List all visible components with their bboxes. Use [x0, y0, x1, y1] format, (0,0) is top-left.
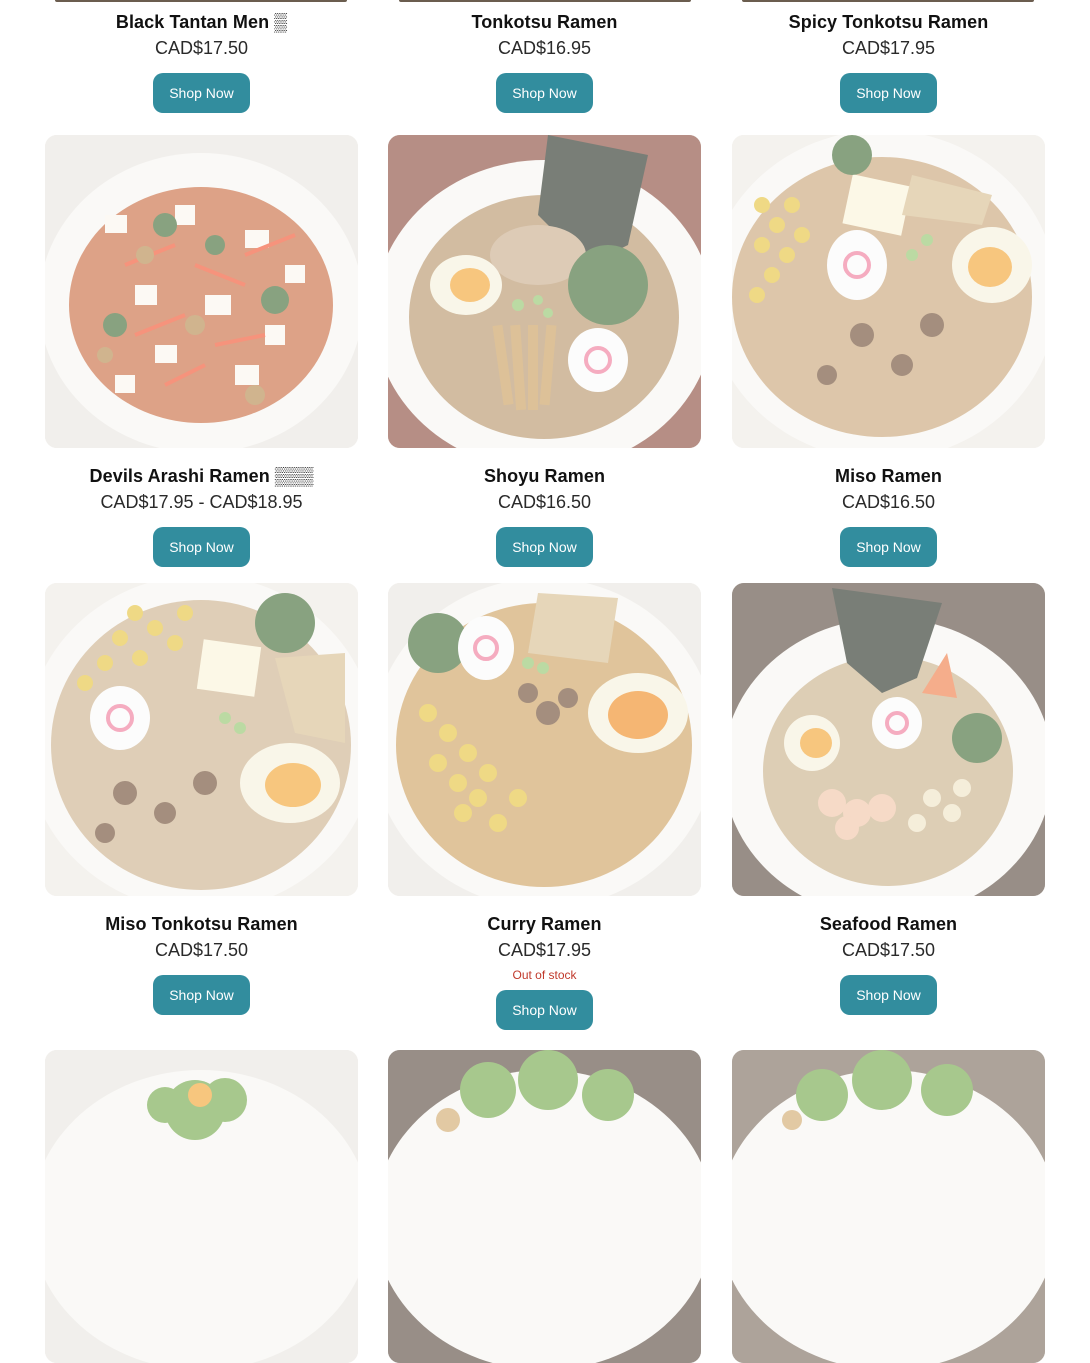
out-of-stock-label: Out of stock [512, 968, 577, 982]
product-image[interactable] [732, 583, 1045, 896]
product-card: Shoyu Ramen CAD$16.50 Shop Now [388, 135, 701, 567]
shop-now-button[interactable]: Shop Now [496, 527, 593, 567]
product-name[interactable]: Spicy Tonkotsu Ramen [732, 11, 1045, 33]
product-price: CAD$17.95 - CAD$18.95 [100, 492, 303, 512]
shop-now-button[interactable]: Shop Now [153, 73, 250, 113]
product-price: CAD$16.50 [841, 492, 936, 512]
product-card: Tonkotsu Ramen CAD$16.95 Shop Now [388, 0, 701, 113]
product-image[interactable] [388, 135, 701, 448]
shop-now-button[interactable]: Shop Now [840, 527, 937, 567]
product-price: CAD$16.50 [497, 492, 592, 512]
product-card [732, 1050, 1045, 1363]
product-card: Devils Arashi Ramen ▒▒▒ CAD$17.95 - CAD$… [45, 135, 358, 567]
shop-now-button[interactable]: Shop Now [496, 73, 593, 113]
shop-now-button[interactable]: Shop Now [840, 975, 937, 1015]
product-name[interactable]: Black Tantan Men ▒ [45, 11, 358, 33]
product-card: Curry Ramen CAD$17.95 Out of stock Shop … [388, 583, 701, 1030]
product-image[interactable] [45, 583, 358, 896]
product-image[interactable] [732, 1050, 1045, 1363]
product-image[interactable] [45, 135, 358, 448]
product-card [388, 1050, 701, 1363]
product-price: CAD$17.50 [154, 38, 249, 58]
product-name[interactable]: Miso Ramen [732, 465, 1045, 487]
product-price: CAD$17.95 [841, 38, 936, 58]
product-card: Miso Tonkotsu Ramen CAD$17.50 Shop Now [45, 583, 358, 1015]
product-name[interactable]: Shoyu Ramen [388, 465, 701, 487]
shop-now-button[interactable]: Shop Now [153, 527, 250, 567]
product-card: Miso Ramen CAD$16.50 Shop Now [732, 135, 1045, 567]
product-price: CAD$17.50 [841, 940, 936, 960]
product-name[interactable]: Curry Ramen [388, 913, 701, 935]
shop-now-button[interactable]: Shop Now [840, 73, 937, 113]
product-price: CAD$17.95 [497, 940, 592, 960]
product-card: Seafood Ramen CAD$17.50 Shop Now [732, 583, 1045, 1015]
product-name[interactable]: Seafood Ramen [732, 913, 1045, 935]
product-price: CAD$17.50 [154, 940, 249, 960]
product-name[interactable]: Devils Arashi Ramen ▒▒▒ [45, 465, 358, 487]
product-price: CAD$16.95 [497, 38, 592, 58]
product-image[interactable] [45, 1050, 358, 1363]
product-image[interactable] [732, 135, 1045, 448]
product-image[interactable] [388, 583, 701, 896]
product-name[interactable]: Tonkotsu Ramen [388, 11, 701, 33]
product-card [45, 1050, 358, 1363]
product-image[interactable] [388, 1050, 701, 1363]
product-card: Black Tantan Men ▒ CAD$17.50 Shop Now [45, 0, 358, 113]
product-name[interactable]: Miso Tonkotsu Ramen [45, 913, 358, 935]
shop-now-button[interactable]: Shop Now [496, 990, 593, 1030]
product-card: Spicy Tonkotsu Ramen CAD$17.95 Shop Now [732, 0, 1045, 113]
shop-now-button[interactable]: Shop Now [153, 975, 250, 1015]
